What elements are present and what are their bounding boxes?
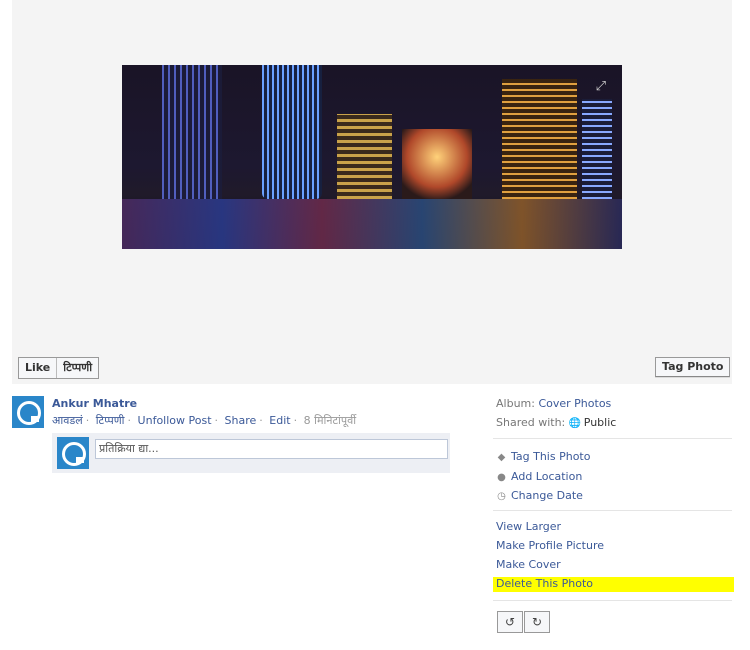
rotate-left-button[interactable]: ↺ — [497, 611, 523, 633]
unfollow-link[interactable]: Unfollow Post — [138, 414, 212, 427]
tag-photo-button[interactable]: Tag Photo — [655, 357, 731, 377]
comment-button[interactable]: टिप्पणी — [57, 358, 98, 378]
timestamp[interactable]: 8 मिनिटांपूर्वी — [304, 414, 356, 427]
building-shape — [162, 65, 222, 199]
share-link[interactable]: Share — [225, 414, 257, 427]
building-shape — [502, 79, 577, 199]
author-name[interactable]: Ankur Mhatre — [52, 397, 137, 410]
like-button[interactable]: Like — [19, 358, 58, 378]
delete-photo-link[interactable]: Delete This Photo — [496, 577, 593, 590]
album-row: Album: Cover Photos — [496, 397, 611, 410]
tag-row[interactable]: ◆ Tag This Photo — [496, 450, 591, 463]
building-shape — [402, 129, 472, 199]
shared-label: Shared with: — [496, 416, 566, 429]
shared-row: Shared with: 🌐 Public — [496, 416, 616, 429]
comment-input[interactable]: प्रतिक्रिया द्या... — [95, 439, 448, 459]
album-label: Album: — [496, 397, 535, 410]
comment-link[interactable]: टिप्पणी — [96, 414, 125, 427]
building-shape — [337, 114, 392, 199]
divider — [493, 600, 732, 601]
privacy-value[interactable]: Public — [584, 416, 617, 429]
like-link[interactable]: आवडलं — [52, 414, 83, 427]
water-reflection — [122, 199, 622, 249]
post-actions: आवडलं · टिप्पणी · Unfollow Post · Share · Ed… — [52, 414, 357, 427]
change-date-link[interactable]: Change Date — [511, 489, 583, 502]
divider — [493, 438, 732, 439]
make-profile-picture-link[interactable]: Make Profile Picture — [496, 539, 604, 552]
rotate-right-button[interactable]: ↻ — [524, 611, 550, 633]
album-link[interactable]: Cover Photos — [538, 397, 611, 410]
rotate-right-icon: ↻ — [531, 615, 543, 629]
location-pin-icon: ● — [497, 472, 506, 483]
divider — [493, 510, 732, 511]
building-shape — [262, 65, 322, 199]
add-location-link[interactable]: Add Location — [511, 470, 582, 483]
avatar[interactable] — [12, 396, 44, 428]
location-row[interactable]: ● Add Location — [496, 470, 582, 483]
tag-this-photo-link[interactable]: Tag This Photo — [511, 450, 590, 463]
cover-photo[interactable]: ⤢ — [122, 65, 622, 249]
tag-icon: ◆ — [497, 452, 506, 463]
photo-stage: ⤢ — [12, 0, 732, 384]
globe-icon: 🌐 — [568, 418, 582, 429]
edit-link[interactable]: Edit — [269, 414, 290, 427]
date-row[interactable]: ◷ Change Date — [496, 489, 583, 502]
building-shape — [582, 99, 612, 199]
expand-icon[interactable]: ⤢ — [596, 79, 606, 94]
like-comment-buttons: Like टिप्पणी — [18, 357, 100, 379]
view-larger-link[interactable]: View Larger — [496, 520, 561, 533]
commenter-avatar — [57, 437, 89, 469]
rotate-left-icon: ↺ — [504, 615, 516, 629]
clock-icon: ◷ — [497, 491, 506, 502]
make-cover-link[interactable]: Make Cover — [496, 558, 561, 571]
